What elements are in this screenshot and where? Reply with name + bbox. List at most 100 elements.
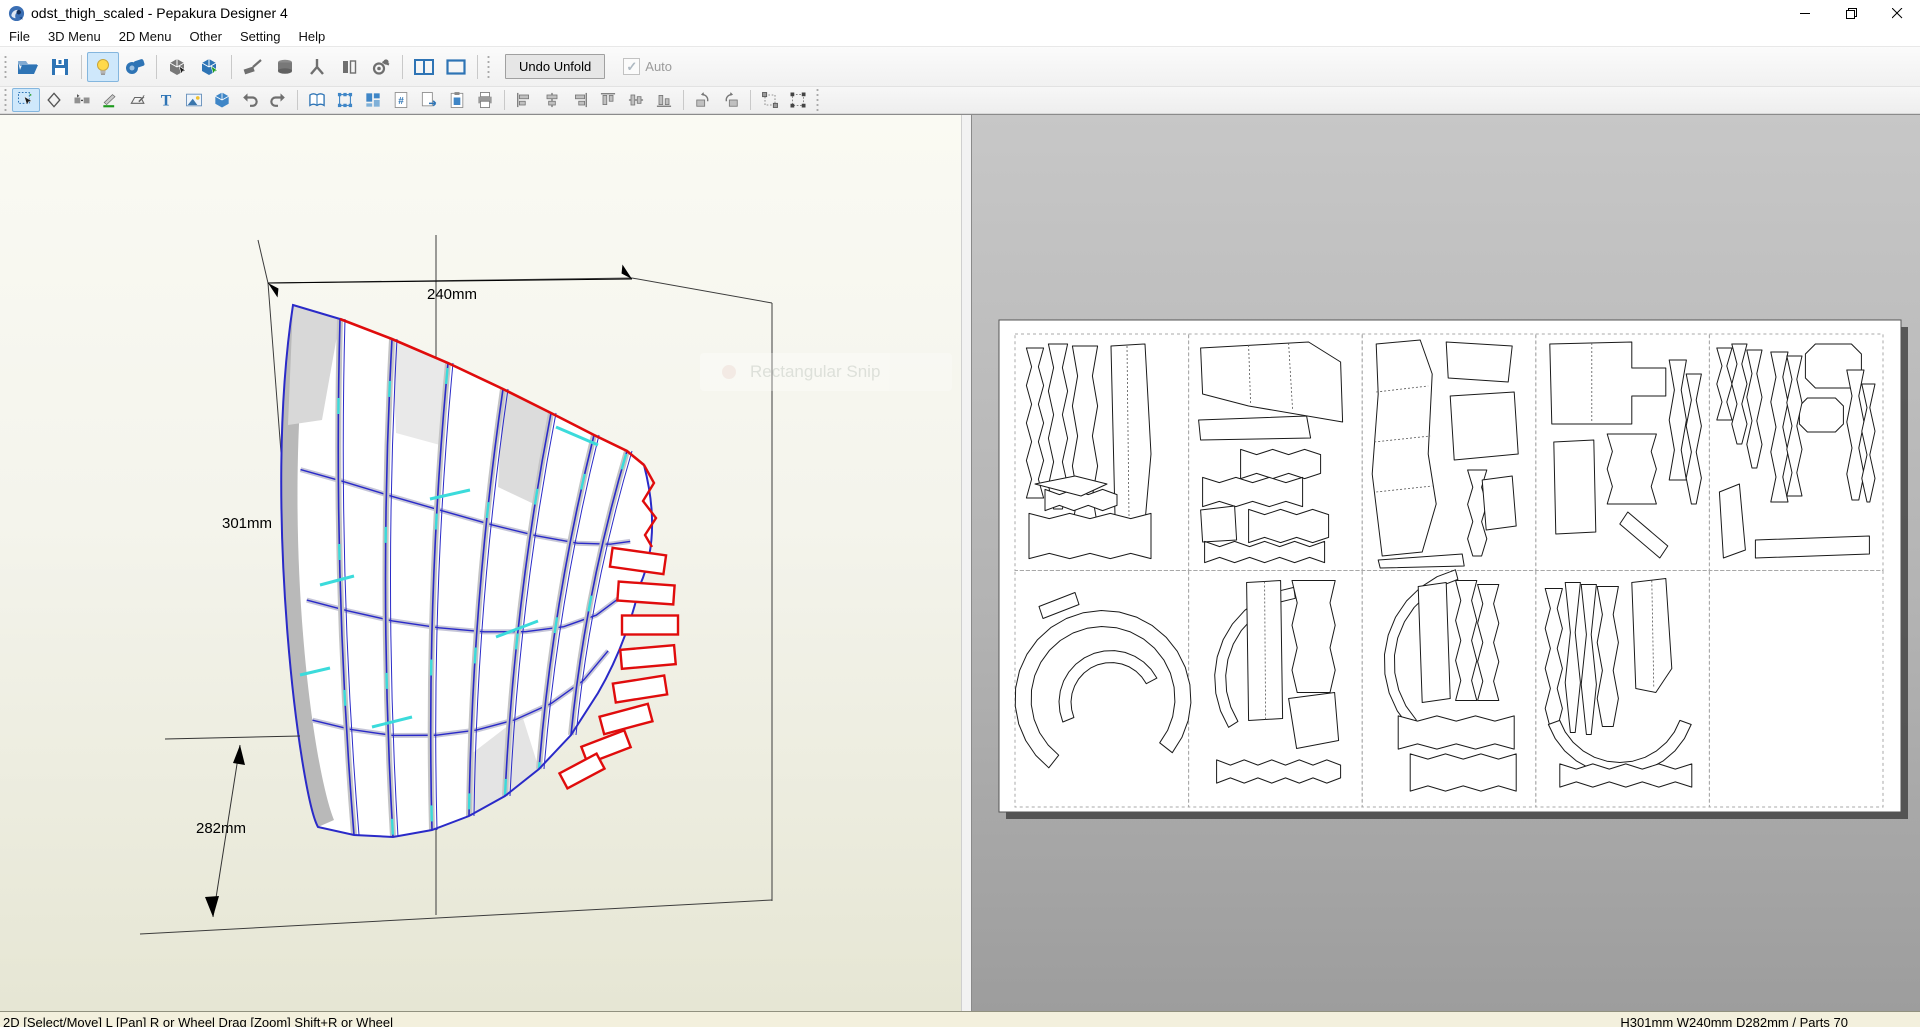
bounding-select-icon[interactable]	[331, 88, 359, 112]
checkbox-check-icon[interactable]: ✓	[623, 58, 641, 75]
part-outline[interactable]	[1417, 582, 1451, 703]
menu-item-help[interactable]: Help	[289, 26, 334, 46]
edit-tool-icon[interactable]	[237, 52, 269, 82]
auto-unfold-checkbox[interactable]: ✓ Auto	[623, 58, 672, 75]
viewport-2d[interactable]	[972, 115, 1920, 1011]
toolbar-separator	[231, 54, 232, 79]
texture-view-icon[interactable]	[119, 52, 151, 82]
part-outline[interactable]	[1216, 759, 1342, 784]
edit-flap-icon[interactable]	[124, 88, 152, 112]
part-outline[interactable]	[1198, 415, 1312, 441]
toolbar-grip[interactable]	[486, 55, 491, 78]
redo-icon[interactable]	[264, 88, 292, 112]
part-outline[interactable]	[1631, 578, 1673, 693]
insert-text-icon[interactable]: T	[152, 88, 180, 112]
part-outline[interactable]	[1553, 439, 1597, 535]
menu-item-other[interactable]: Other	[180, 26, 231, 46]
export-page-icon[interactable]	[415, 88, 443, 112]
status-model-size-text: H301mm W240mm D282mm / Parts 70	[1620, 1015, 1848, 1027]
align-center-horizontal-icon[interactable]	[538, 88, 566, 112]
restore-button[interactable]	[1828, 0, 1874, 26]
svg-text:T: T	[161, 92, 172, 109]
one-pane-layout-icon[interactable]	[440, 52, 472, 82]
part-outline[interactable]	[1397, 715, 1515, 750]
joint-view-icon[interactable]	[301, 52, 333, 82]
open-sheet-icon[interactable]	[303, 88, 331, 112]
toolbar-grip[interactable]	[3, 55, 8, 78]
edit-line-icon[interactable]	[96, 88, 124, 112]
select-part-3d-icon[interactable]	[194, 52, 226, 82]
toggle-light-icon[interactable]	[87, 51, 119, 82]
part-outline[interactable]	[1445, 341, 1513, 383]
open-file-icon[interactable]	[12, 52, 44, 82]
part-outline[interactable]	[1798, 397, 1844, 433]
part-outline[interactable]	[1291, 580, 1336, 693]
view-settings-icon[interactable]	[365, 52, 397, 82]
solid-view-icon[interactable]	[269, 52, 301, 82]
window-title: odst_thigh_scaled - Pepakura Designer 4	[31, 5, 288, 21]
rotate-left-icon[interactable]	[689, 88, 717, 112]
auto-unfold-label: Auto	[645, 59, 673, 74]
part-outline[interactable]	[1028, 512, 1152, 560]
toolbar-separator	[504, 90, 505, 110]
align-left-icon[interactable]	[510, 88, 538, 112]
align-top-icon[interactable]	[594, 88, 622, 112]
height-dimension-label: 301mm	[222, 515, 272, 532]
menu-bar: File 3D Menu 2D Menu Other Setting Help	[0, 26, 1920, 46]
select-lasso-icon[interactable]	[40, 88, 68, 112]
pattern-2d-canvas[interactable]	[972, 115, 1920, 1010]
toolbar-grip[interactable]	[3, 89, 8, 111]
part-outline[interactable]	[1248, 508, 1330, 544]
menu-item-2d-menu[interactable]: 2D Menu	[110, 26, 181, 46]
select-object-3d-icon[interactable]	[162, 52, 194, 82]
select-move-icon[interactable]	[12, 88, 40, 112]
toolbar-separator	[750, 90, 751, 110]
app-logo-icon	[8, 5, 25, 21]
part-outline[interactable]	[1606, 433, 1657, 505]
align-bottom-icon[interactable]	[650, 88, 678, 112]
ungroup-select-icon[interactable]	[784, 88, 812, 112]
texture-settings-icon[interactable]	[333, 52, 365, 82]
part-outline[interactable]	[1246, 580, 1284, 721]
menu-item-file[interactable]: File	[0, 26, 39, 46]
save-file-icon[interactable]	[44, 52, 76, 82]
model-3d-canvas[interactable]: 240mm 301mm 282mm	[0, 115, 961, 1010]
align-center-vertical-icon[interactable]	[622, 88, 650, 112]
part-outline[interactable]	[1481, 475, 1517, 531]
page-number-icon[interactable]: #	[387, 88, 415, 112]
part-outline[interactable]	[1449, 391, 1519, 461]
menu-item-setting[interactable]: Setting	[231, 26, 289, 46]
part-outline[interactable]	[1409, 753, 1517, 792]
align-right-icon[interactable]	[566, 88, 594, 112]
print-icon[interactable]	[471, 88, 499, 112]
client-area: 240mm 301mm 282mm Rectangular Snip	[0, 114, 1920, 1011]
snip-watermark: Rectangular Snip	[700, 353, 952, 391]
viewport-3d[interactable]: 240mm 301mm 282mm Rectangular Snip	[0, 115, 961, 1011]
undo-icon[interactable]	[236, 88, 264, 112]
toolbar-2d: T #	[0, 87, 1920, 114]
undo-unfold-button[interactable]: Undo Unfold	[505, 54, 606, 79]
toolbar-grip[interactable]	[815, 89, 820, 111]
part-outline[interactable]	[1240, 448, 1322, 480]
part-outline[interactable]	[1288, 692, 1340, 749]
rotate-right-icon[interactable]	[717, 88, 745, 112]
menu-item-3d-menu[interactable]: 3D Menu	[39, 26, 110, 46]
pane-splitter[interactable]	[961, 115, 972, 1011]
part-outline[interactable]	[1200, 505, 1238, 543]
snip-watermark-text: Rectangular Snip	[750, 362, 881, 381]
insert-image-icon[interactable]	[180, 88, 208, 112]
part-outline[interactable]	[1754, 535, 1870, 559]
part-outline[interactable]	[1371, 339, 1437, 557]
clipboard-icon[interactable]	[443, 88, 471, 112]
two-pane-layout-icon[interactable]	[408, 52, 440, 82]
toolbar-main: Undo Unfold ✓ Auto	[0, 46, 1920, 87]
group-select-icon[interactable]	[756, 88, 784, 112]
minimize-button[interactable]	[1782, 0, 1828, 26]
divide-join-icon[interactable]	[68, 88, 96, 112]
show-3d-box-icon[interactable]	[208, 88, 236, 112]
close-button[interactable]	[1874, 0, 1920, 26]
toolbar-separator	[297, 90, 298, 110]
toolbar-separator	[156, 54, 157, 79]
status-hint-text: 2D [Select/Move] L [Pan] R or Wheel Drag…	[3, 1015, 394, 1027]
auto-arrange-icon[interactable]	[359, 88, 387, 112]
